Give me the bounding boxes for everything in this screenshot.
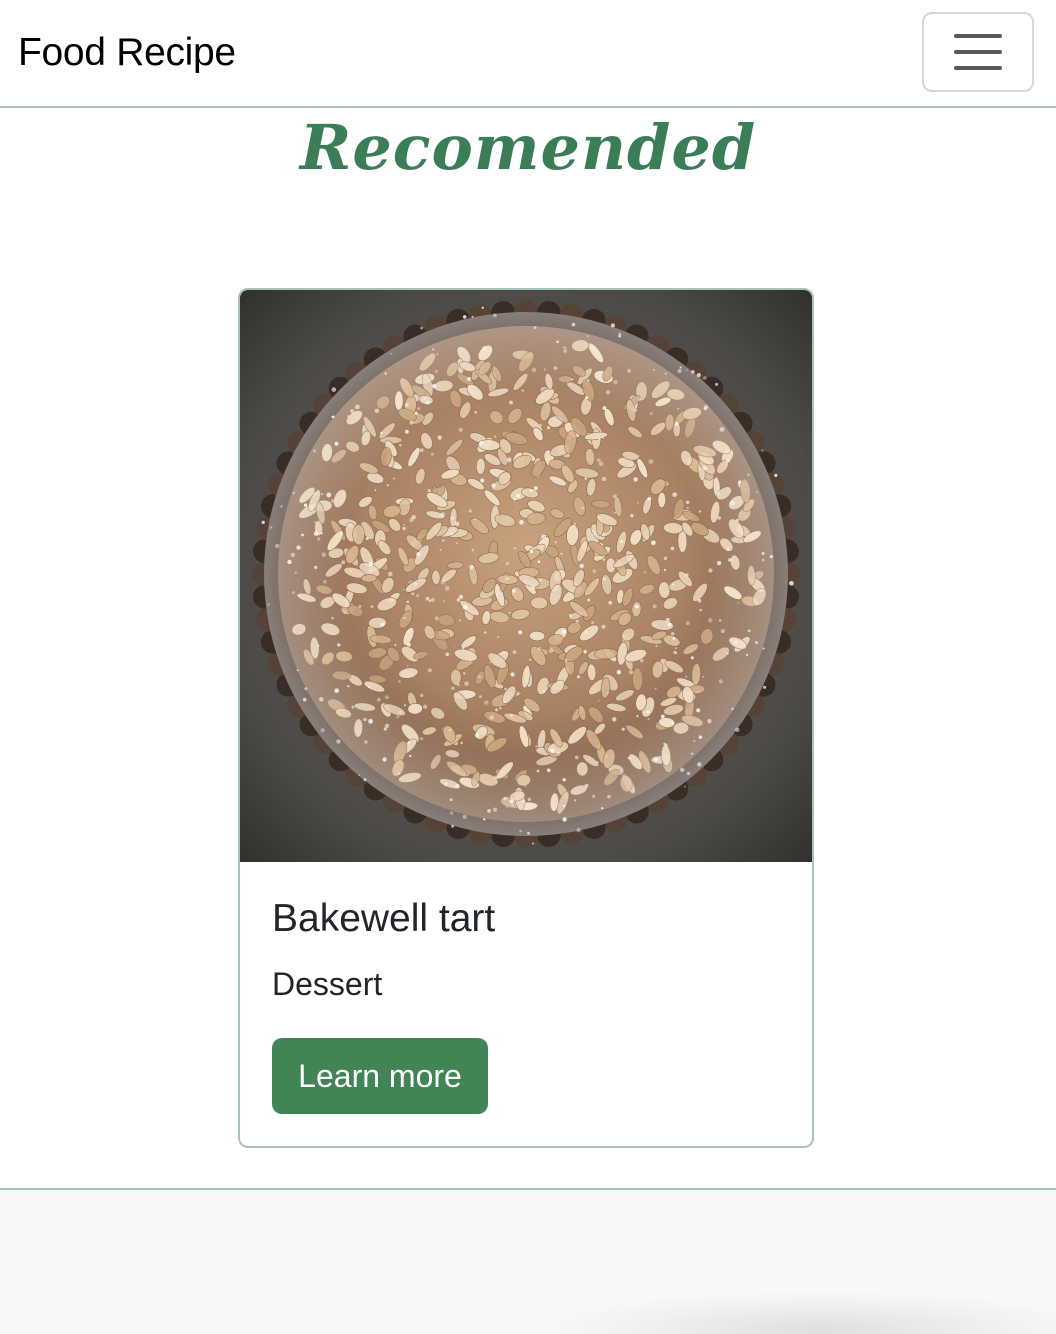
brand-link[interactable]: Food Recipe xyxy=(18,30,236,76)
recipe-card: Bakewell tart Dessert Learn more xyxy=(238,288,814,1148)
section-title: Recomended xyxy=(299,111,757,184)
recipe-title: Bakewell tart xyxy=(272,897,496,940)
learn-more-button[interactable]: Learn more xyxy=(272,1038,488,1114)
navbar: Food Recipe xyxy=(0,0,1056,108)
recipe-category: Dessert xyxy=(272,966,383,1002)
recipe-image xyxy=(240,290,812,862)
navbar-toggler-button[interactable] xyxy=(922,12,1034,92)
footer xyxy=(0,1188,1056,1334)
